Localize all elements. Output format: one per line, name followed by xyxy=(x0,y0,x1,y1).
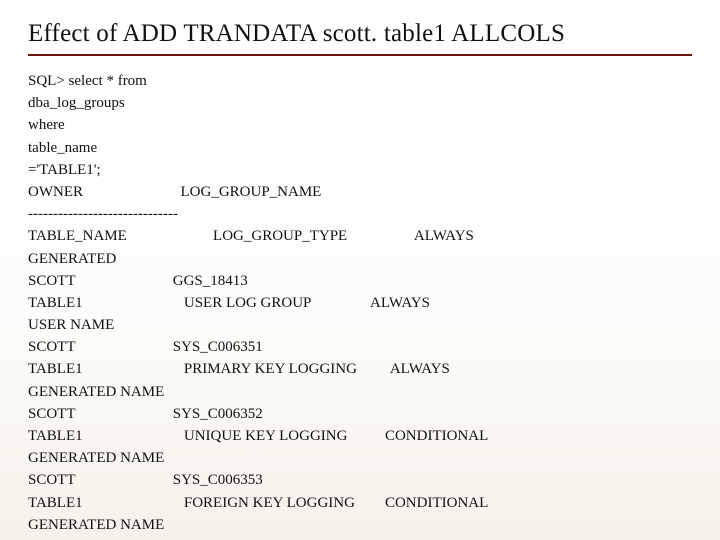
code-line: TABLE1 PRIMARY KEY LOGGING ALWAYS xyxy=(28,358,692,380)
code-line: GENERATED xyxy=(28,248,692,270)
code-line: OWNER LOG_GROUP_NAME xyxy=(28,181,692,203)
code-line: GENERATED NAME xyxy=(28,514,692,536)
code-line: GENERATED NAME xyxy=(28,447,692,469)
code-line: TABLE_NAME LOG_GROUP_TYPE ALWAYS xyxy=(28,225,692,247)
code-line: TABLE1 USER LOG GROUP ALWAYS xyxy=(28,292,692,314)
code-line: dba_log_groups xyxy=(28,92,692,114)
code-line: SQL> select * from xyxy=(28,70,692,92)
slide-body: SQL> select * from dba_log_groups where … xyxy=(28,70,692,540)
code-line: SCOTT GGS_18413 xyxy=(28,270,692,292)
code-line: ='TABLE1'; xyxy=(28,159,692,181)
code-line: SCOTT SYS_C006352 xyxy=(28,403,692,425)
code-line: GENERATED NAME xyxy=(28,381,692,403)
code-line: TABLE1 FOREIGN KEY LOGGING CONDITIONAL xyxy=(28,492,692,514)
code-line: TABLE1 UNIQUE KEY LOGGING CONDITIONAL xyxy=(28,425,692,447)
code-line: USER NAME xyxy=(28,314,692,336)
code-line: SCOTT SYS_C006353 xyxy=(28,469,692,491)
slide: Effect of ADD TRANDATA scott. table1 ALL… xyxy=(0,0,720,540)
code-line: where xyxy=(28,114,692,136)
slide-title: Effect of ADD TRANDATA scott. table1 ALL… xyxy=(28,20,692,56)
code-line: ------------------------------ xyxy=(28,203,692,225)
code-line: table_name xyxy=(28,137,692,159)
code-line: SCOTT SYS_C006351 xyxy=(28,336,692,358)
code-line: SCOTT SYS_C006354 xyxy=(28,536,692,540)
